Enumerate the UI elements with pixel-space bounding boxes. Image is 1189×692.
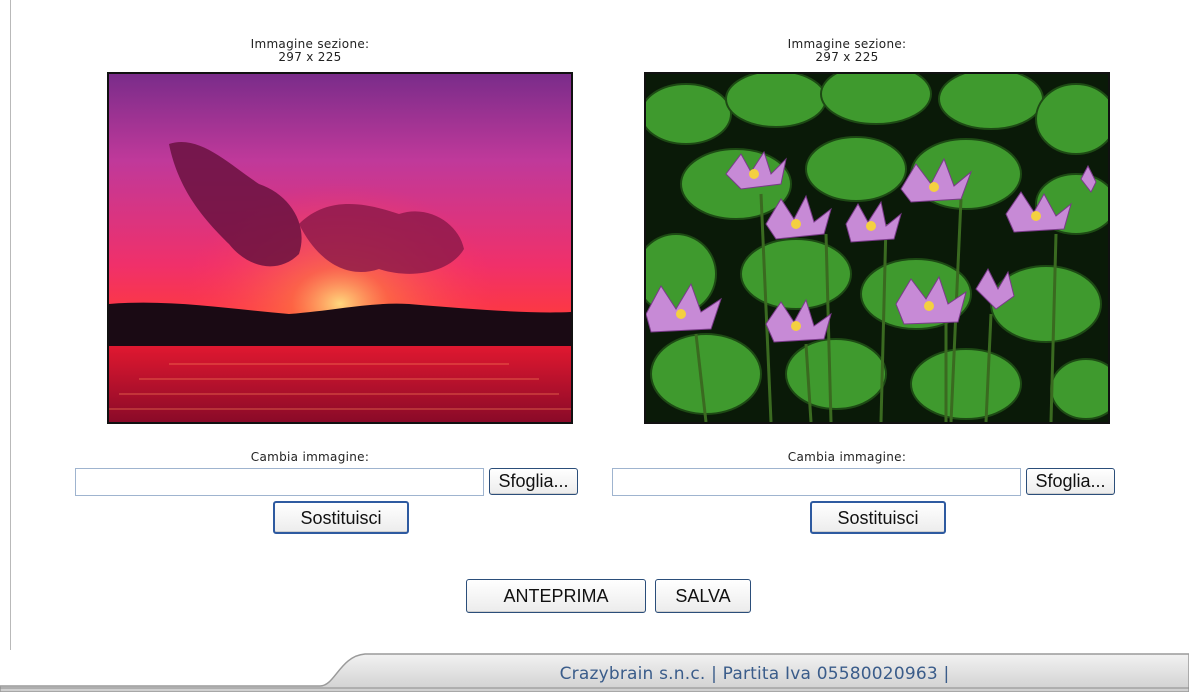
left-divider (10, 0, 11, 650)
file-upload-row: Sfoglia... (577, 468, 1117, 498)
replace-button[interactable]: Sostituisci (273, 501, 409, 534)
caption-size: 297 x 225 (815, 50, 879, 64)
section-image-water-lilies (644, 72, 1110, 424)
section-image-sunset (107, 72, 573, 424)
footer-company-info: Crazybrain s.n.c. | Partita Iva 05580020… (559, 664, 950, 684)
browse-button[interactable]: Sfoglia... (1026, 468, 1115, 495)
preview-button[interactable]: ANTEPRIMA (466, 579, 646, 613)
section-image-panel-1: Immagine sezione: 297 x 225 Cambia immag… (40, 38, 580, 534)
caption-size: 297 x 225 (278, 50, 342, 64)
form-actions: ANTEPRIMA SALVA (0, 579, 1189, 613)
section-image-panel-2: Immagine sezione: 297 x 225 Cambia immag… (577, 38, 1117, 534)
change-image-label: Cambia immagine: (787, 450, 907, 464)
change-image-label: Cambia immagine: (250, 450, 370, 464)
image-caption: Immagine sezione: 297 x 225 (40, 38, 580, 64)
file-path-input[interactable] (75, 468, 484, 496)
footer: Crazybrain s.n.c. | Partita Iva 05580020… (0, 650, 1189, 692)
file-upload-row: Sfoglia... (40, 468, 580, 498)
replace-button[interactable]: Sostituisci (810, 501, 946, 534)
browse-button[interactable]: Sfoglia... (489, 468, 578, 495)
file-path-input[interactable] (612, 468, 1021, 496)
image-caption: Immagine sezione: 297 x 225 (577, 38, 1117, 64)
save-button[interactable]: SALVA (655, 579, 751, 613)
